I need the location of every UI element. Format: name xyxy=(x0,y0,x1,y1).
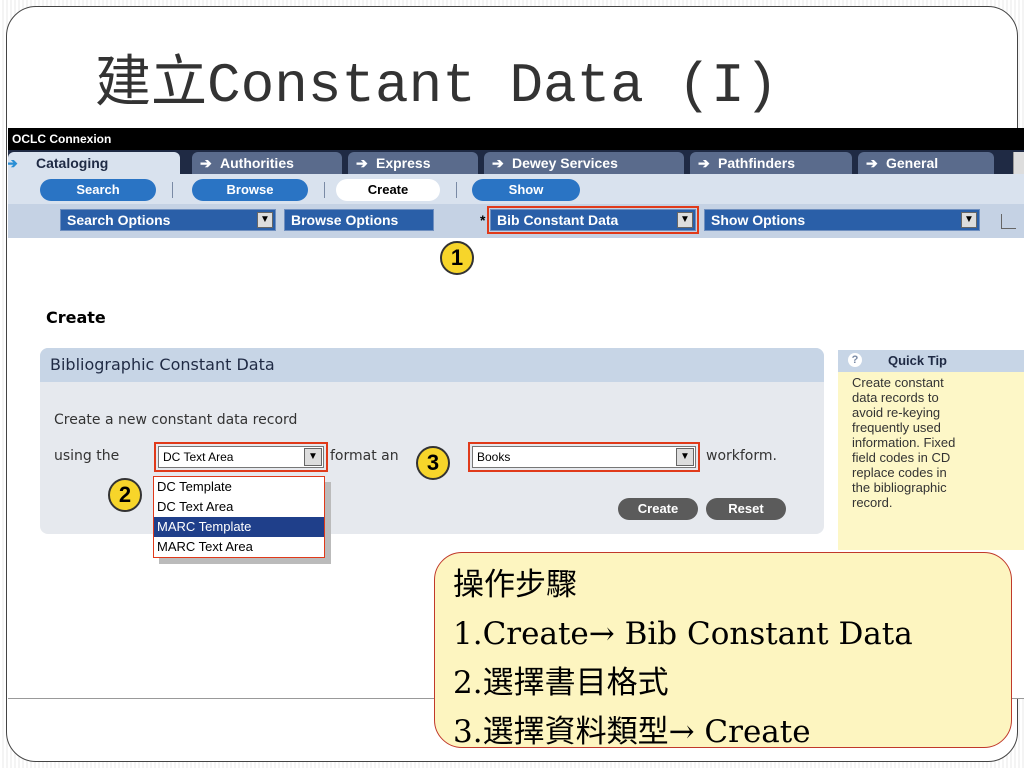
bib-constant-data-select[interactable]: Bib Constant Data ▼ xyxy=(487,206,699,234)
arrow-right-icon: ➔ xyxy=(200,155,212,171)
chevron-down-icon[interactable]: ▼ xyxy=(677,212,693,228)
quick-tip-title: Quick Tip xyxy=(888,353,947,368)
arrow-right-icon: ➔ xyxy=(698,155,710,171)
panel-title: Bibliographic Constant Data xyxy=(40,348,824,382)
tab-label: General xyxy=(886,155,939,171)
divider xyxy=(172,182,173,198)
select-label: Search Options xyxy=(67,212,171,228)
app-title-bar: OCLC Connexion xyxy=(8,128,1024,150)
select-value: DC Text Area xyxy=(163,450,234,464)
tip-line: the bibliographic xyxy=(852,480,947,495)
using-the-text: using the xyxy=(54,448,120,464)
tab-label: Cataloging xyxy=(36,155,109,171)
tip-line: frequently used xyxy=(852,420,941,435)
search-options-select[interactable]: Search Options ▼ xyxy=(60,209,276,231)
select-label: Browse Options xyxy=(291,212,399,228)
select-label: Show Options xyxy=(711,212,806,228)
select-label: Bib Constant Data xyxy=(497,212,619,228)
arrow-right-icon: ➔ xyxy=(492,155,504,171)
tip-line: replace codes in xyxy=(852,465,947,480)
step-badge-3: 3 xyxy=(416,446,450,480)
options-row: Search Options ▼ Browse Options * Bib Co… xyxy=(8,204,1024,238)
step-badge-1: 1 xyxy=(440,241,474,275)
show-button[interactable]: Show xyxy=(472,179,580,201)
chevron-down-icon[interactable]: ▼ xyxy=(257,212,273,228)
callout-step-3: 3.選擇資料類型→ Create xyxy=(453,714,811,750)
slide: 建立Constant Data (I) OCLC Connexion ➔ Cat… xyxy=(0,0,1024,768)
tab-label: Authorities xyxy=(220,155,294,171)
format-text: format an xyxy=(330,448,399,464)
arrow-right-icon: ➔ xyxy=(356,155,368,171)
workform-select[interactable]: Books ▼ xyxy=(468,442,700,472)
tab-general[interactable]: ➔ General xyxy=(858,152,994,174)
page-heading: Create xyxy=(46,308,106,327)
divider xyxy=(456,182,457,198)
format-dropdown-list: DC Template DC Text Area MARC Template M… xyxy=(153,476,325,558)
question-icon: ? xyxy=(848,353,862,367)
dropdown-option-marc-template[interactable]: MARC Template xyxy=(154,517,324,537)
create-nav-button[interactable]: Create xyxy=(336,179,440,201)
tab-authorities[interactable]: ➔ Authorities xyxy=(192,152,342,174)
tip-line: information. Fixed xyxy=(852,435,956,450)
chevron-down-icon[interactable]: ▼ xyxy=(304,448,322,466)
panel-description: Create a new constant data record xyxy=(54,412,298,428)
slide-title: 建立Constant Data (I) xyxy=(95,54,779,118)
step-badge-2: 2 xyxy=(108,478,142,512)
quick-tip-header: ? Quick Tip xyxy=(838,350,1024,372)
tip-line: Create constant xyxy=(852,375,944,390)
tip-line: avoid re-keying xyxy=(852,405,941,420)
required-marker: * xyxy=(480,212,486,228)
quick-tip-box: ? Quick Tip Create constant data records… xyxy=(838,350,1024,550)
tab-label: Pathfinders xyxy=(718,155,796,171)
quick-tip-body: Create constant data records to avoid re… xyxy=(838,372,1024,510)
workform-text: workform. xyxy=(706,448,777,464)
dropdown-option-dc-text-area[interactable]: DC Text Area xyxy=(154,497,324,517)
tab-row: ➔ Cataloging ➔ Authorities ➔ Express ➔ D… xyxy=(8,150,1024,174)
callout-step-2: 2.選擇書目格式 xyxy=(453,665,669,701)
tab-overflow xyxy=(1013,152,1024,174)
show-options-select[interactable]: Show Options ▼ xyxy=(704,209,980,231)
steps-callout: 操作步驟 1.Create→ Bib Constant Data 2.選擇書目格… xyxy=(434,552,1012,750)
reset-button[interactable]: Reset xyxy=(706,498,786,520)
tip-line: record. xyxy=(852,495,893,510)
tab-label: Dewey Services xyxy=(512,155,618,171)
search-button[interactable]: Search xyxy=(40,179,156,201)
tab-express[interactable]: ➔ Express xyxy=(348,152,478,174)
tab-label: Express xyxy=(376,155,431,171)
tip-line: field codes in CD xyxy=(852,450,951,465)
resize-corner xyxy=(1001,214,1016,229)
arrow-right-icon: ➔ xyxy=(866,155,878,171)
tab-pathfinders[interactable]: ➔ Pathfinders xyxy=(690,152,852,174)
sub-navigation: Search Browse Create Show xyxy=(8,174,1024,204)
dropdown-option-dc-template[interactable]: DC Template xyxy=(154,477,324,497)
select-value: Books xyxy=(477,450,511,464)
browse-button[interactable]: Browse xyxy=(192,179,308,201)
browse-options-select[interactable]: Browse Options xyxy=(284,209,434,231)
tip-line: data records to xyxy=(852,390,939,405)
chevron-down-icon[interactable]: ▼ xyxy=(961,212,977,228)
tab-cataloging[interactable]: ➔ Cataloging xyxy=(8,152,180,174)
chevron-down-icon[interactable]: ▼ xyxy=(676,448,694,466)
format-select[interactable]: DC Text Area ▼ xyxy=(154,442,328,472)
divider xyxy=(324,182,325,198)
create-button[interactable]: Create xyxy=(618,498,698,520)
tab-dewey-services[interactable]: ➔ Dewey Services xyxy=(484,152,684,174)
callout-step-1: 1.Create→ Bib Constant Data xyxy=(453,616,913,652)
arrow-right-icon: ➔ xyxy=(8,152,18,174)
dropdown-option-marc-text-area[interactable]: MARC Text Area xyxy=(154,537,324,557)
callout-title: 操作步驟 xyxy=(453,567,577,603)
